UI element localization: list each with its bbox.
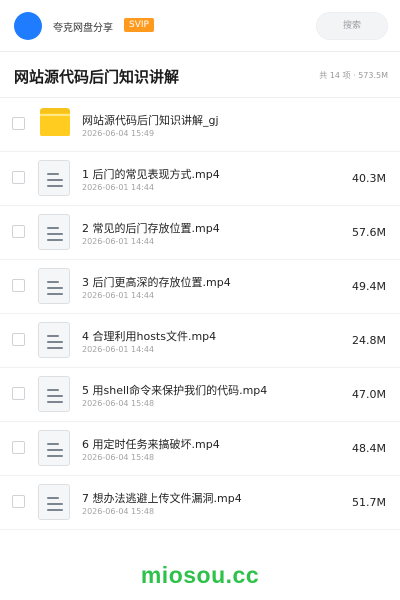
file-name: 6 用定时任务来搞破坏.mp4 <box>82 438 220 451</box>
file-date: 2026-06-04 15:48 <box>82 399 155 408</box>
video-file-icon <box>38 322 70 358</box>
file-row[interactable]: 3 后门更高深的存放位置.mp4 2026-06-01 14:44 49.4M <box>0 260 400 314</box>
row-checkbox[interactable] <box>12 441 25 454</box>
file-list: 网站源代码后门知识讲解_gj 2026-06-04 15:49 1 后门的常见表… <box>0 98 400 530</box>
row-checkbox[interactable] <box>12 495 25 508</box>
file-row[interactable]: 4 合理利用hosts文件.mp4 2026-06-01 14:44 24.8M <box>0 314 400 368</box>
file-date: 2026-06-04 15:49 <box>82 129 155 138</box>
file-name: 4 合理利用hosts文件.mp4 <box>82 330 217 343</box>
file-date: 2026-06-01 14:44 <box>82 345 155 354</box>
search-input[interactable] <box>316 12 388 40</box>
file-size: 49.4M <box>352 280 386 293</box>
site-watermark: miosou.cc <box>140 562 260 588</box>
row-checkbox[interactable] <box>12 117 25 130</box>
file-row[interactable]: 2 常见的后门存放位置.mp4 2026-06-01 14:44 57.6M <box>0 206 400 260</box>
share-name: 夸克网盘分享 <box>53 23 113 34</box>
video-file-icon <box>38 376 70 412</box>
file-row[interactable]: 网站源代码后门知识讲解_gj 2026-06-04 15:49 <box>0 98 400 152</box>
file-row[interactable]: 1 后门的常见表现方式.mp4 2026-06-01 14:44 40.3M <box>0 152 400 206</box>
page-title: 网站源代码后门知识讲解 <box>14 68 180 86</box>
video-file-icon <box>38 214 70 250</box>
file-row[interactable]: 7 想办法逃避上传文件漏洞.mp4 2026-06-04 15:48 51.7M <box>0 476 400 530</box>
row-checkbox[interactable] <box>12 225 25 238</box>
file-size: 40.3M <box>352 172 386 185</box>
file-name: 1 后门的常见表现方式.mp4 <box>82 168 220 181</box>
file-date: 2026-06-01 14:44 <box>82 183 155 192</box>
file-date: 2026-06-04 15:48 <box>82 507 155 516</box>
title-bar: 网站源代码后门知识讲解 共 14 项 · 573.5M <box>0 52 400 98</box>
file-size: 47.0M <box>352 388 386 401</box>
file-row[interactable]: 5 用shell命令来保护我们的代码.mp4 2026-06-04 15:48 … <box>0 368 400 422</box>
file-name: 2 常见的后门存放位置.mp4 <box>82 222 220 235</box>
file-date: 2026-06-04 15:48 <box>82 453 155 462</box>
header: 夸克网盘分享 SVIP <box>0 0 400 52</box>
folder-icon <box>40 108 70 136</box>
file-row[interactable]: 6 用定时任务来搞破坏.mp4 2026-06-04 15:48 48.4M <box>0 422 400 476</box>
file-date: 2026-06-01 14:44 <box>82 291 155 300</box>
row-checkbox[interactable] <box>12 279 25 292</box>
video-file-icon <box>38 484 70 520</box>
video-file-icon <box>38 160 70 196</box>
file-name: 7 想办法逃避上传文件漏洞.mp4 <box>82 492 242 505</box>
file-name: 5 用shell命令来保护我们的代码.mp4 <box>82 384 268 397</box>
row-checkbox[interactable] <box>12 333 25 346</box>
file-date: 2026-06-01 14:44 <box>82 237 155 246</box>
file-size: 24.8M <box>352 334 386 347</box>
video-file-icon <box>38 430 70 466</box>
file-name: 3 后门更高深的存放位置.mp4 <box>82 276 231 289</box>
file-size: 51.7M <box>352 496 386 509</box>
row-checkbox[interactable] <box>12 387 25 400</box>
row-checkbox[interactable] <box>12 171 25 184</box>
svip-badge: SVIP <box>124 18 154 32</box>
item-count: 共 14 项 · 573.5M <box>319 71 388 80</box>
share-page: 夸克网盘分享 SVIP 网站源代码后门知识讲解 共 14 项 · 573.5M … <box>0 0 400 600</box>
video-file-icon <box>38 268 70 304</box>
file-name: 网站源代码后门知识讲解_gj <box>82 114 219 127</box>
avatar[interactable] <box>14 12 42 40</box>
file-size: 48.4M <box>352 442 386 455</box>
file-size: 57.6M <box>352 226 386 239</box>
